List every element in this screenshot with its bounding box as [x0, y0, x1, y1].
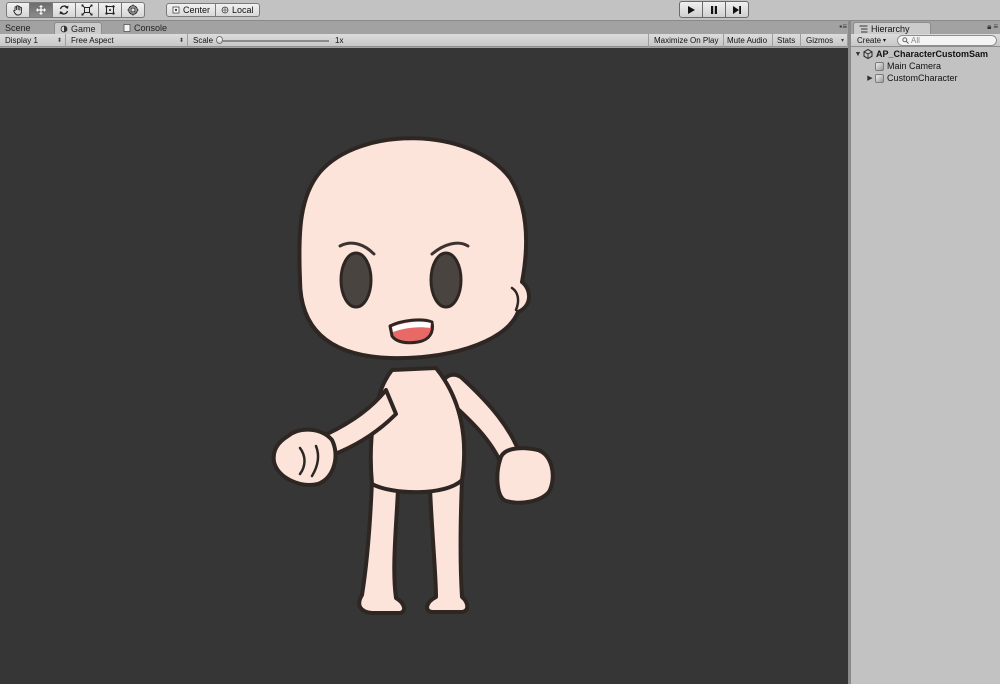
tab-game[interactable]: Game — [54, 22, 102, 34]
hierarchy-search-input[interactable]: All — [897, 35, 997, 46]
dropdown-arrow-icon: ⬍ — [178, 38, 184, 44]
pivot-center-label: Center — [183, 5, 211, 15]
playback-controls — [679, 1, 749, 18]
stats-toggle[interactable]: Stats — [772, 34, 802, 47]
game-view-toolbar: Display 1 ⬍ Free Aspect ⬍ Scale 1x Maxim… — [0, 34, 850, 47]
console-icon — [123, 24, 131, 32]
right-fist — [495, 446, 555, 505]
main-toolbar: Center Local — [0, 0, 1000, 21]
editor-tabs: Scene Game Console ▪ ≡ — [0, 21, 850, 34]
move-tool-button[interactable] — [29, 2, 53, 18]
left-eye — [339, 251, 373, 309]
hierarchy-tree: ▼ AP_CharacterCustomSam Main Camera ▶ Cu… — [851, 48, 1000, 84]
tab-hierarchy[interactable]: Hierarchy — [853, 22, 931, 34]
pivot-local-label: Local — [232, 5, 254, 15]
dropdown-arrow-icon: ⬍ — [56, 38, 62, 44]
mute-label: Mute Audio — [727, 36, 768, 45]
pivot-local-icon — [221, 6, 229, 14]
character-render — [271, 136, 555, 615]
scene-row[interactable]: ▼ AP_CharacterCustomSam — [851, 48, 1000, 60]
tab-console-label: Console — [134, 23, 168, 33]
game-icon — [60, 25, 68, 32]
aspect-label: Free Aspect — [71, 36, 114, 45]
pivot-local-toggle[interactable]: Local — [215, 3, 260, 17]
scale-value-text: 1x — [335, 36, 344, 45]
gameobject-icon — [875, 73, 884, 83]
unity-scene-icon — [863, 49, 873, 59]
gizmos-dropdown[interactable]: Gizmos ▾ — [801, 34, 848, 47]
transform-tool-button[interactable] — [121, 2, 145, 18]
move-icon — [36, 5, 46, 15]
play-button[interactable] — [679, 1, 703, 18]
scale-icon — [81, 4, 93, 16]
scale-slider-thumb[interactable] — [216, 36, 223, 44]
hierarchy-tab-label: Hierarchy — [871, 23, 910, 34]
hierarchy-tab-tools: 🔒︎ ≡ — [987, 22, 998, 32]
tab-console[interactable]: Console — [118, 22, 172, 34]
hand-icon — [13, 5, 22, 16]
pause-button[interactable] — [702, 1, 726, 18]
display-label: Display 1 — [5, 36, 38, 45]
rotate-tool-button[interactable] — [52, 2, 76, 18]
game-viewport[interactable] — [0, 48, 848, 684]
dropdown-arrow-icon: ▾ — [840, 38, 844, 44]
create-dropdown[interactable]: Create ▾ — [854, 35, 889, 46]
hierarchy-tabbar: Hierarchy 🔒︎ ≡ — [851, 21, 1000, 34]
list-item-label: CustomCharacter — [887, 73, 958, 83]
create-label: Create — [857, 36, 882, 45]
list-item-label: Main Camera — [887, 61, 942, 71]
pivot-center-icon — [172, 6, 180, 14]
scale-tool-button[interactable] — [75, 2, 99, 18]
search-icon — [902, 37, 909, 44]
scale-label: Scale — [188, 34, 218, 47]
gameobject-icon — [875, 61, 884, 71]
lock-icon[interactable]: 🔒︎ — [987, 22, 991, 32]
panel-menu-icon[interactable]: ≡ — [993, 22, 998, 32]
scale-value: 1x — [330, 34, 348, 47]
list-item-main-camera[interactable]: Main Camera — [851, 60, 1000, 72]
step-icon — [733, 5, 741, 14]
scene-name: AP_CharacterCustomSam — [876, 49, 989, 59]
transform-tools — [6, 2, 145, 18]
hierarchy-toolbar: Create ▾ All — [851, 34, 1000, 47]
tab-game-label: Game — [71, 23, 96, 34]
panel-menu-icon[interactable]: ▪ ≡ — [839, 22, 847, 31]
pivot-center-toggle[interactable]: Center — [166, 3, 217, 17]
dropdown-arrow-icon: ▾ — [883, 38, 887, 44]
gizmos-label: Gizmos — [806, 36, 834, 45]
maximize-label: Maximize On Play — [654, 36, 719, 45]
rect-icon — [105, 5, 115, 15]
scale-label-text: Scale — [193, 36, 214, 45]
search-placeholder: All — [911, 36, 920, 45]
aspect-dropdown[interactable]: Free Aspect ⬍ — [66, 34, 188, 47]
fold-closed-icon[interactable]: ▶ — [865, 74, 875, 82]
maximize-on-play-toggle[interactable]: Maximize On Play — [648, 34, 725, 47]
mute-audio-toggle[interactable]: Mute Audio — [722, 34, 774, 47]
step-button[interactable] — [725, 1, 749, 18]
display-dropdown[interactable]: Display 1 ⬍ — [0, 34, 66, 47]
left-leg — [357, 478, 407, 615]
list-item-custom-character[interactable]: ▶ CustomCharacter — [851, 72, 1000, 84]
pivot-toggles: Center Local — [166, 3, 260, 17]
tab-scene-label: Scene — [5, 23, 31, 33]
hand-tool-button[interactable] — [6, 2, 30, 18]
transform-icon — [127, 4, 139, 16]
fold-open-icon[interactable]: ▼ — [853, 51, 863, 58]
right-eye — [429, 251, 463, 309]
hierarchy-panel: Hierarchy 🔒︎ ≡ Create ▾ All ▼ AP_Charact… — [851, 21, 1000, 684]
rect-tool-button[interactable] — [98, 2, 122, 18]
scale-slider-track[interactable] — [219, 40, 329, 42]
play-icon — [688, 5, 695, 14]
torso — [368, 366, 467, 495]
hierarchy-icon — [859, 25, 868, 32]
game-panel: Scene Game Console ▪ ≡ Display 1 ⬍ Free … — [0, 21, 850, 684]
rotate-icon — [59, 5, 69, 15]
stats-label: Stats — [777, 36, 796, 45]
tab-scene[interactable]: Scene — [0, 22, 36, 34]
pause-icon — [711, 5, 717, 14]
right-leg — [425, 478, 470, 614]
